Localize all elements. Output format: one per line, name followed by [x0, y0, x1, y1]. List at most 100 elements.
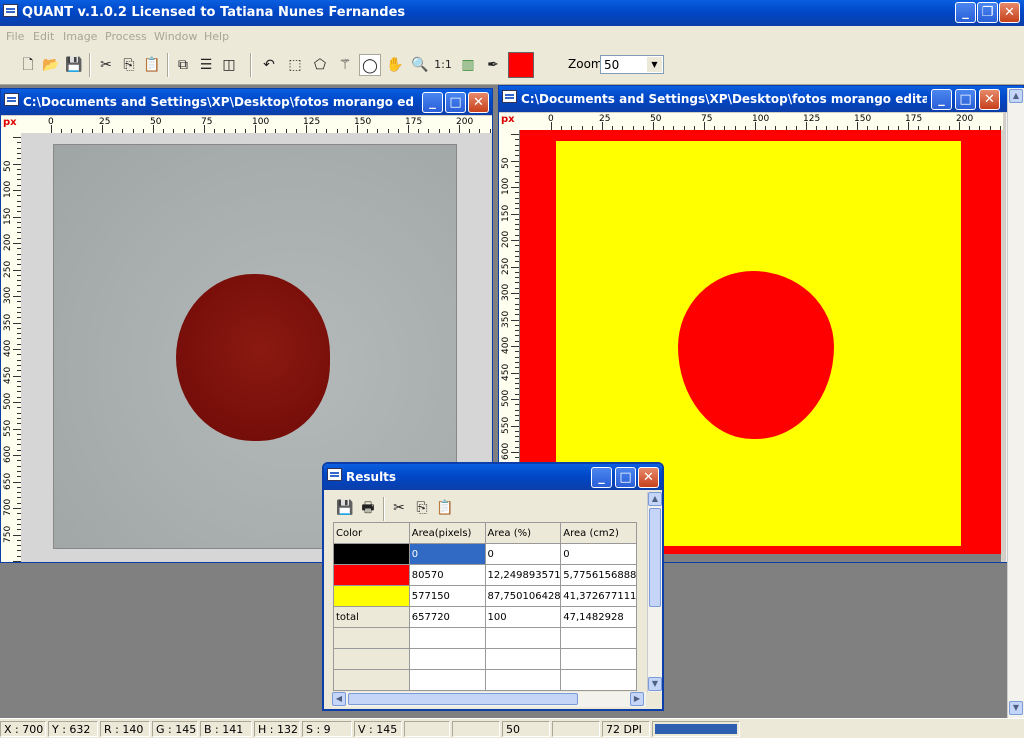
- zoom-icon[interactable]: 🔍: [409, 54, 431, 76]
- cell-percent[interactable]: 100: [484, 606, 562, 628]
- ruler-label: 0: [548, 114, 554, 124]
- cascade-icon[interactable]: ⧉: [172, 54, 194, 76]
- undo-icon[interactable]: ↶: [258, 54, 280, 76]
- scroll-up-icon[interactable]: ▲: [1009, 89, 1023, 103]
- tile-vertical-icon[interactable]: ◫: [218, 54, 240, 76]
- ruler-label: 550: [3, 419, 13, 437]
- results-title: Results: [346, 470, 397, 484]
- ruler-tick: [13, 561, 21, 562]
- ruler-tick: [511, 266, 519, 268]
- cell-percent[interactable]: 87,750106428: [484, 585, 562, 607]
- status-y: Y : 632: [48, 721, 98, 737]
- menu-process[interactable]: Process: [105, 30, 147, 43]
- menu-file[interactable]: File: [6, 30, 24, 43]
- menu-window[interactable]: Window: [154, 30, 197, 43]
- table-row[interactable]: 577150 87,750106428 41,372677111: [333, 585, 637, 607]
- table-header-row: Color Area(pixels) Area (%) Area (cm2): [333, 522, 637, 544]
- ruler-tick: [13, 508, 21, 509]
- ruler-label: 500: [501, 389, 511, 407]
- menu-help[interactable]: Help: [204, 30, 229, 43]
- ellipse-select-icon[interactable]: ◯: [359, 54, 381, 76]
- scroll-right-icon[interactable]: ▶: [630, 692, 644, 706]
- restore-button[interactable]: ❐: [977, 2, 998, 23]
- results-vertical-scrollbar[interactable]: ▲ ▼: [647, 492, 662, 692]
- ruler-tick: [13, 296, 21, 297]
- menu-image[interactable]: Image: [63, 30, 97, 43]
- window2-maximize-button[interactable]: □: [955, 89, 976, 110]
- scroll-thumb[interactable]: [649, 508, 661, 607]
- ruler-label: 175: [905, 114, 923, 124]
- copy-icon[interactable]: ⎘: [118, 54, 140, 76]
- color-swatch-red: [333, 564, 410, 586]
- color-channels-icon[interactable]: ▥: [457, 54, 479, 76]
- scroll-down-icon[interactable]: ▼: [648, 677, 662, 691]
- results-minimize-button[interactable]: _: [591, 467, 612, 488]
- scroll-up-icon[interactable]: ▲: [648, 492, 662, 506]
- chevron-down-icon[interactable]: ▼: [647, 57, 662, 72]
- ruler-tick: [13, 190, 21, 191]
- cell-cm2[interactable]: 0: [560, 543, 637, 565]
- cell-pixels[interactable]: 577150: [408, 585, 486, 607]
- save-icon[interactable]: 💾: [63, 54, 85, 76]
- ruler-tick: [13, 322, 21, 324]
- polygon-select-icon[interactable]: ⬠: [309, 54, 331, 76]
- save-icon[interactable]: 💾: [334, 497, 356, 519]
- open-icon[interactable]: 📂: [40, 54, 62, 76]
- results-maximize-button[interactable]: □: [615, 467, 636, 488]
- mdi-vertical-scrollbar[interactable]: ▲ ▼: [1007, 88, 1024, 718]
- window2-close-button[interactable]: ✕: [979, 89, 1000, 110]
- window1-close-button[interactable]: ✕: [468, 92, 489, 113]
- zoom-1to1-button[interactable]: 1:1: [432, 54, 454, 76]
- status-x: X : 700: [0, 721, 46, 737]
- cell-pixels[interactable]: 80570: [408, 564, 486, 586]
- cell-pixels[interactable]: 0: [408, 543, 486, 565]
- scroll-down-icon[interactable]: ▼: [1009, 701, 1023, 715]
- color-swatch-yellow: [333, 585, 410, 607]
- hscroll-thumb[interactable]: [348, 693, 578, 705]
- results-close-button[interactable]: ✕: [638, 467, 659, 488]
- cell-percent[interactable]: 0: [484, 543, 562, 565]
- print-icon[interactable]: 🖶: [357, 497, 379, 519]
- new-icon[interactable]: 🗋: [17, 54, 39, 76]
- ruler-label: 100: [501, 177, 511, 195]
- magic-wand-icon[interactable]: ⚚: [334, 54, 356, 76]
- window1-maximize-button[interactable]: □: [445, 92, 466, 113]
- table-row[interactable]: 0 0 0: [333, 543, 637, 565]
- status-h: H : 132: [254, 721, 300, 737]
- cell-cm2[interactable]: 41,372677111: [560, 585, 637, 607]
- column-header: Area(pixels): [408, 522, 486, 544]
- results-horizontal-scrollbar[interactable]: ◀ ▶: [332, 692, 646, 707]
- scroll-left-icon[interactable]: ◀: [332, 692, 346, 706]
- status-b: B : 141: [200, 721, 252, 737]
- results-title-bar: Results _ □ ✕: [324, 464, 662, 490]
- tile-horizontal-icon[interactable]: ☰: [195, 54, 217, 76]
- cut-icon[interactable]: ✂: [95, 54, 117, 76]
- rect-select-icon[interactable]: ⬚: [284, 54, 306, 76]
- color-swatch[interactable]: [508, 52, 534, 78]
- paste-icon[interactable]: 📋: [141, 54, 163, 76]
- close-button[interactable]: ✕: [999, 2, 1020, 23]
- ruler-label: 100: [752, 114, 770, 124]
- ruler-label: 550: [501, 416, 511, 434]
- eyedropper-icon[interactable]: ✒: [482, 54, 504, 76]
- table-row[interactable]: total 657720 100 47,1482928: [333, 606, 637, 628]
- window1-minimize-button[interactable]: _: [422, 92, 443, 113]
- hand-icon[interactable]: ✋: [384, 54, 406, 76]
- cell-pixels[interactable]: 657720: [408, 606, 486, 628]
- window2-minimize-button[interactable]: _: [931, 89, 952, 110]
- app-icon: [3, 4, 18, 17]
- sample-strawberry-slice: [176, 274, 330, 441]
- cell-percent[interactable]: 12,249893571: [484, 564, 562, 586]
- copy-icon[interactable]: ⎘: [411, 497, 433, 519]
- table-row[interactable]: 80570 12,249893571 5,7756156888: [333, 564, 637, 586]
- paste-icon[interactable]: 📋: [434, 497, 456, 519]
- minimize-button[interactable]: _: [955, 2, 976, 23]
- zoom-select[interactable]: 50 ▼: [600, 55, 664, 74]
- cell-cm2[interactable]: 47,1482928: [560, 606, 637, 628]
- ruler-tick: [13, 402, 21, 403]
- ruler-tick: [13, 534, 21, 536]
- cut-icon[interactable]: ✂: [388, 497, 410, 519]
- menu-edit[interactable]: Edit: [33, 30, 54, 43]
- cell-cm2[interactable]: 5,7756156888: [560, 564, 637, 586]
- ruler-label: 400: [501, 336, 511, 354]
